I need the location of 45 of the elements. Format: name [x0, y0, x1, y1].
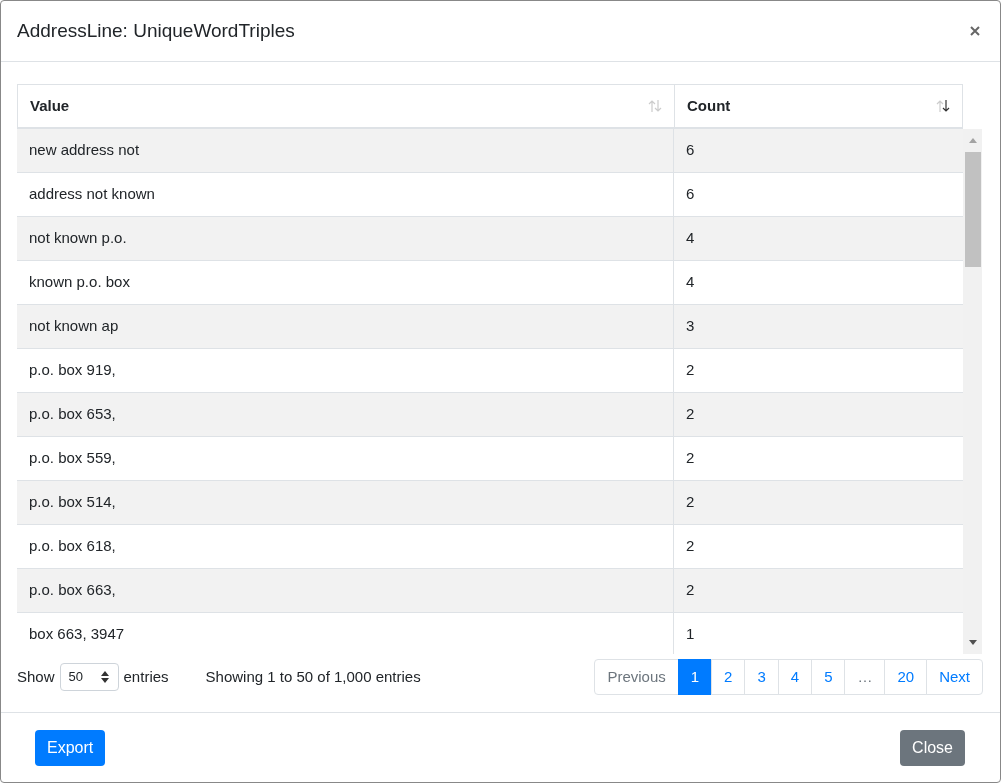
table-cell-text: 4 [685, 272, 696, 293]
updown-caret-icon [99, 670, 110, 684]
table-cell-text: 1 [685, 624, 696, 645]
close-button[interactable]: Close [900, 729, 965, 766]
table-cell-text: 6 [685, 184, 696, 205]
scroll-thumb[interactable] [964, 152, 981, 267]
table-cell-text: 2 [685, 536, 696, 557]
entries-label: entries [123, 666, 169, 687]
page-button[interactable]: Next [926, 659, 983, 695]
table-cell: address not known [17, 173, 674, 216]
table-cell: p.o. box 919, [17, 349, 674, 392]
column-header[interactable]: Value [18, 85, 675, 127]
table-cell: p.o. box 653, [17, 393, 674, 436]
table-cell-text: 2 [685, 360, 696, 381]
table-cell: not known p.o. [17, 217, 674, 260]
table-cell-text: 2 [685, 580, 696, 601]
scrollbar[interactable] [963, 129, 982, 654]
table-cell-text: 2 [685, 492, 696, 513]
scroll-up-icon[interactable] [968, 137, 977, 143]
table-cell-text: 4 [685, 228, 696, 249]
table-cell-text: 3 [685, 316, 696, 337]
page-button[interactable]: 20 [884, 659, 928, 695]
page-button[interactable]: 2 [711, 659, 746, 695]
table-cell: new address not [17, 129, 674, 172]
table-cell: box 663, 3947 [17, 613, 674, 654]
table-cell: p.o. box 559, [17, 437, 674, 480]
table-cell-text: 6 [685, 140, 696, 161]
page-button[interactable]: 3 [744, 659, 779, 695]
scroll-down-icon[interactable] [968, 640, 977, 646]
table-cell: p.o. box 514, [17, 481, 674, 524]
table-cell: known p.o. box [17, 261, 674, 304]
column-header[interactable]: Count [675, 85, 962, 127]
dialog-title: AddressLine: UniqueWordTriples [17, 18, 295, 43]
table-cell: p.o. box 663, [17, 569, 674, 612]
close-icon[interactable] [970, 26, 980, 36]
entries-info: Showing 1 to 50 of 1,000 entries [205, 666, 421, 687]
table-cell: not known ap [17, 305, 674, 348]
export-button[interactable]: Export [35, 729, 106, 766]
table-cell-text: 2 [685, 404, 696, 425]
table-cell: p.o. box 618, [17, 525, 674, 568]
page-button[interactable]: 5 [811, 659, 846, 695]
sort-icon[interactable] [936, 99, 950, 113]
table-cell-text: 2 [685, 448, 696, 469]
page-size-select[interactable]: 50 [59, 663, 119, 691]
show-label: Show [17, 666, 55, 687]
